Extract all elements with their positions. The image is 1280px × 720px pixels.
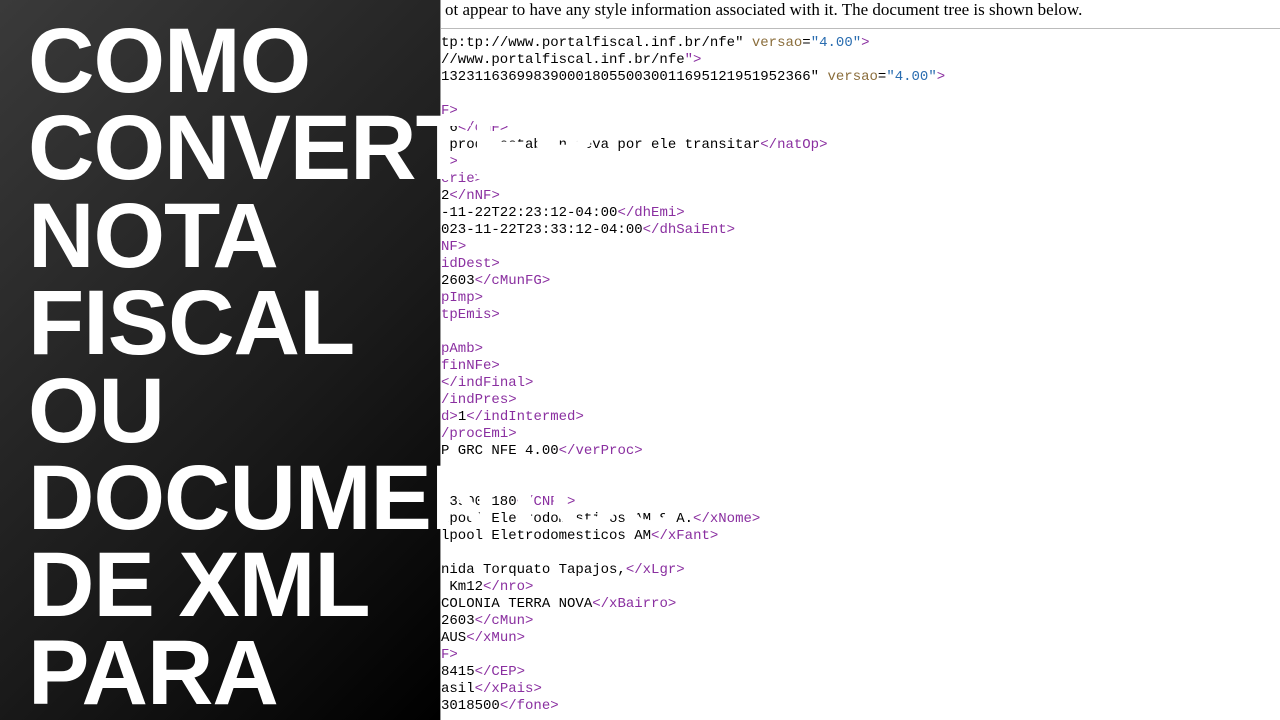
xml-line: nida Torquato Tapajos, (441, 562, 626, 578)
xml-line: 023-11-22T23:33:12-04:00 (441, 222, 643, 238)
xml-line: Km12 (441, 579, 483, 595)
xml-line: 2603 (441, 273, 475, 289)
xml-line: /procEmi> (441, 426, 517, 442)
title-overlay-panel: COMO CONVERTER NOTA FISCAL OU DOCUMENTOS… (0, 0, 440, 720)
xml-line: //www.portalfiscal.inf.br/nfe (441, 52, 685, 68)
xml-line: 3018500 (441, 698, 500, 714)
xml-line: </indFinal> (441, 375, 533, 391)
xml-line: F> (441, 647, 458, 663)
xml-line: tp:tp://www.portalfiscal.inf.br/nfe" (441, 35, 743, 51)
xml-line: /indPres> (441, 392, 517, 408)
xml-line: pImp> (441, 290, 483, 306)
xml-line: asil (441, 681, 475, 697)
xml-line: finNFe> (441, 358, 500, 374)
video-title: COMO CONVERTER NOTA FISCAL OU DOCUMENTOS… (28, 18, 420, 720)
xml-line: COLONIA TERRA NOVA (441, 596, 592, 612)
xml-line: idDest> (441, 256, 500, 272)
xml-line: d> (441, 409, 458, 425)
xml-line: NF> (441, 239, 466, 255)
xml-line: 2603 (441, 613, 475, 629)
xml-line: AUS (441, 630, 466, 646)
xml-line: 1323116369983900018055003001169512195195… (441, 69, 811, 85)
xml-line: -11-22T22:23:12-04:00 (441, 205, 617, 221)
xml-line: 8415 (441, 664, 475, 680)
xml-line: tpEmis> (441, 307, 500, 323)
xml-no-style-notice: ot appear to have any style information … (441, 0, 1280, 29)
xml-line: pAmb> (441, 341, 483, 357)
